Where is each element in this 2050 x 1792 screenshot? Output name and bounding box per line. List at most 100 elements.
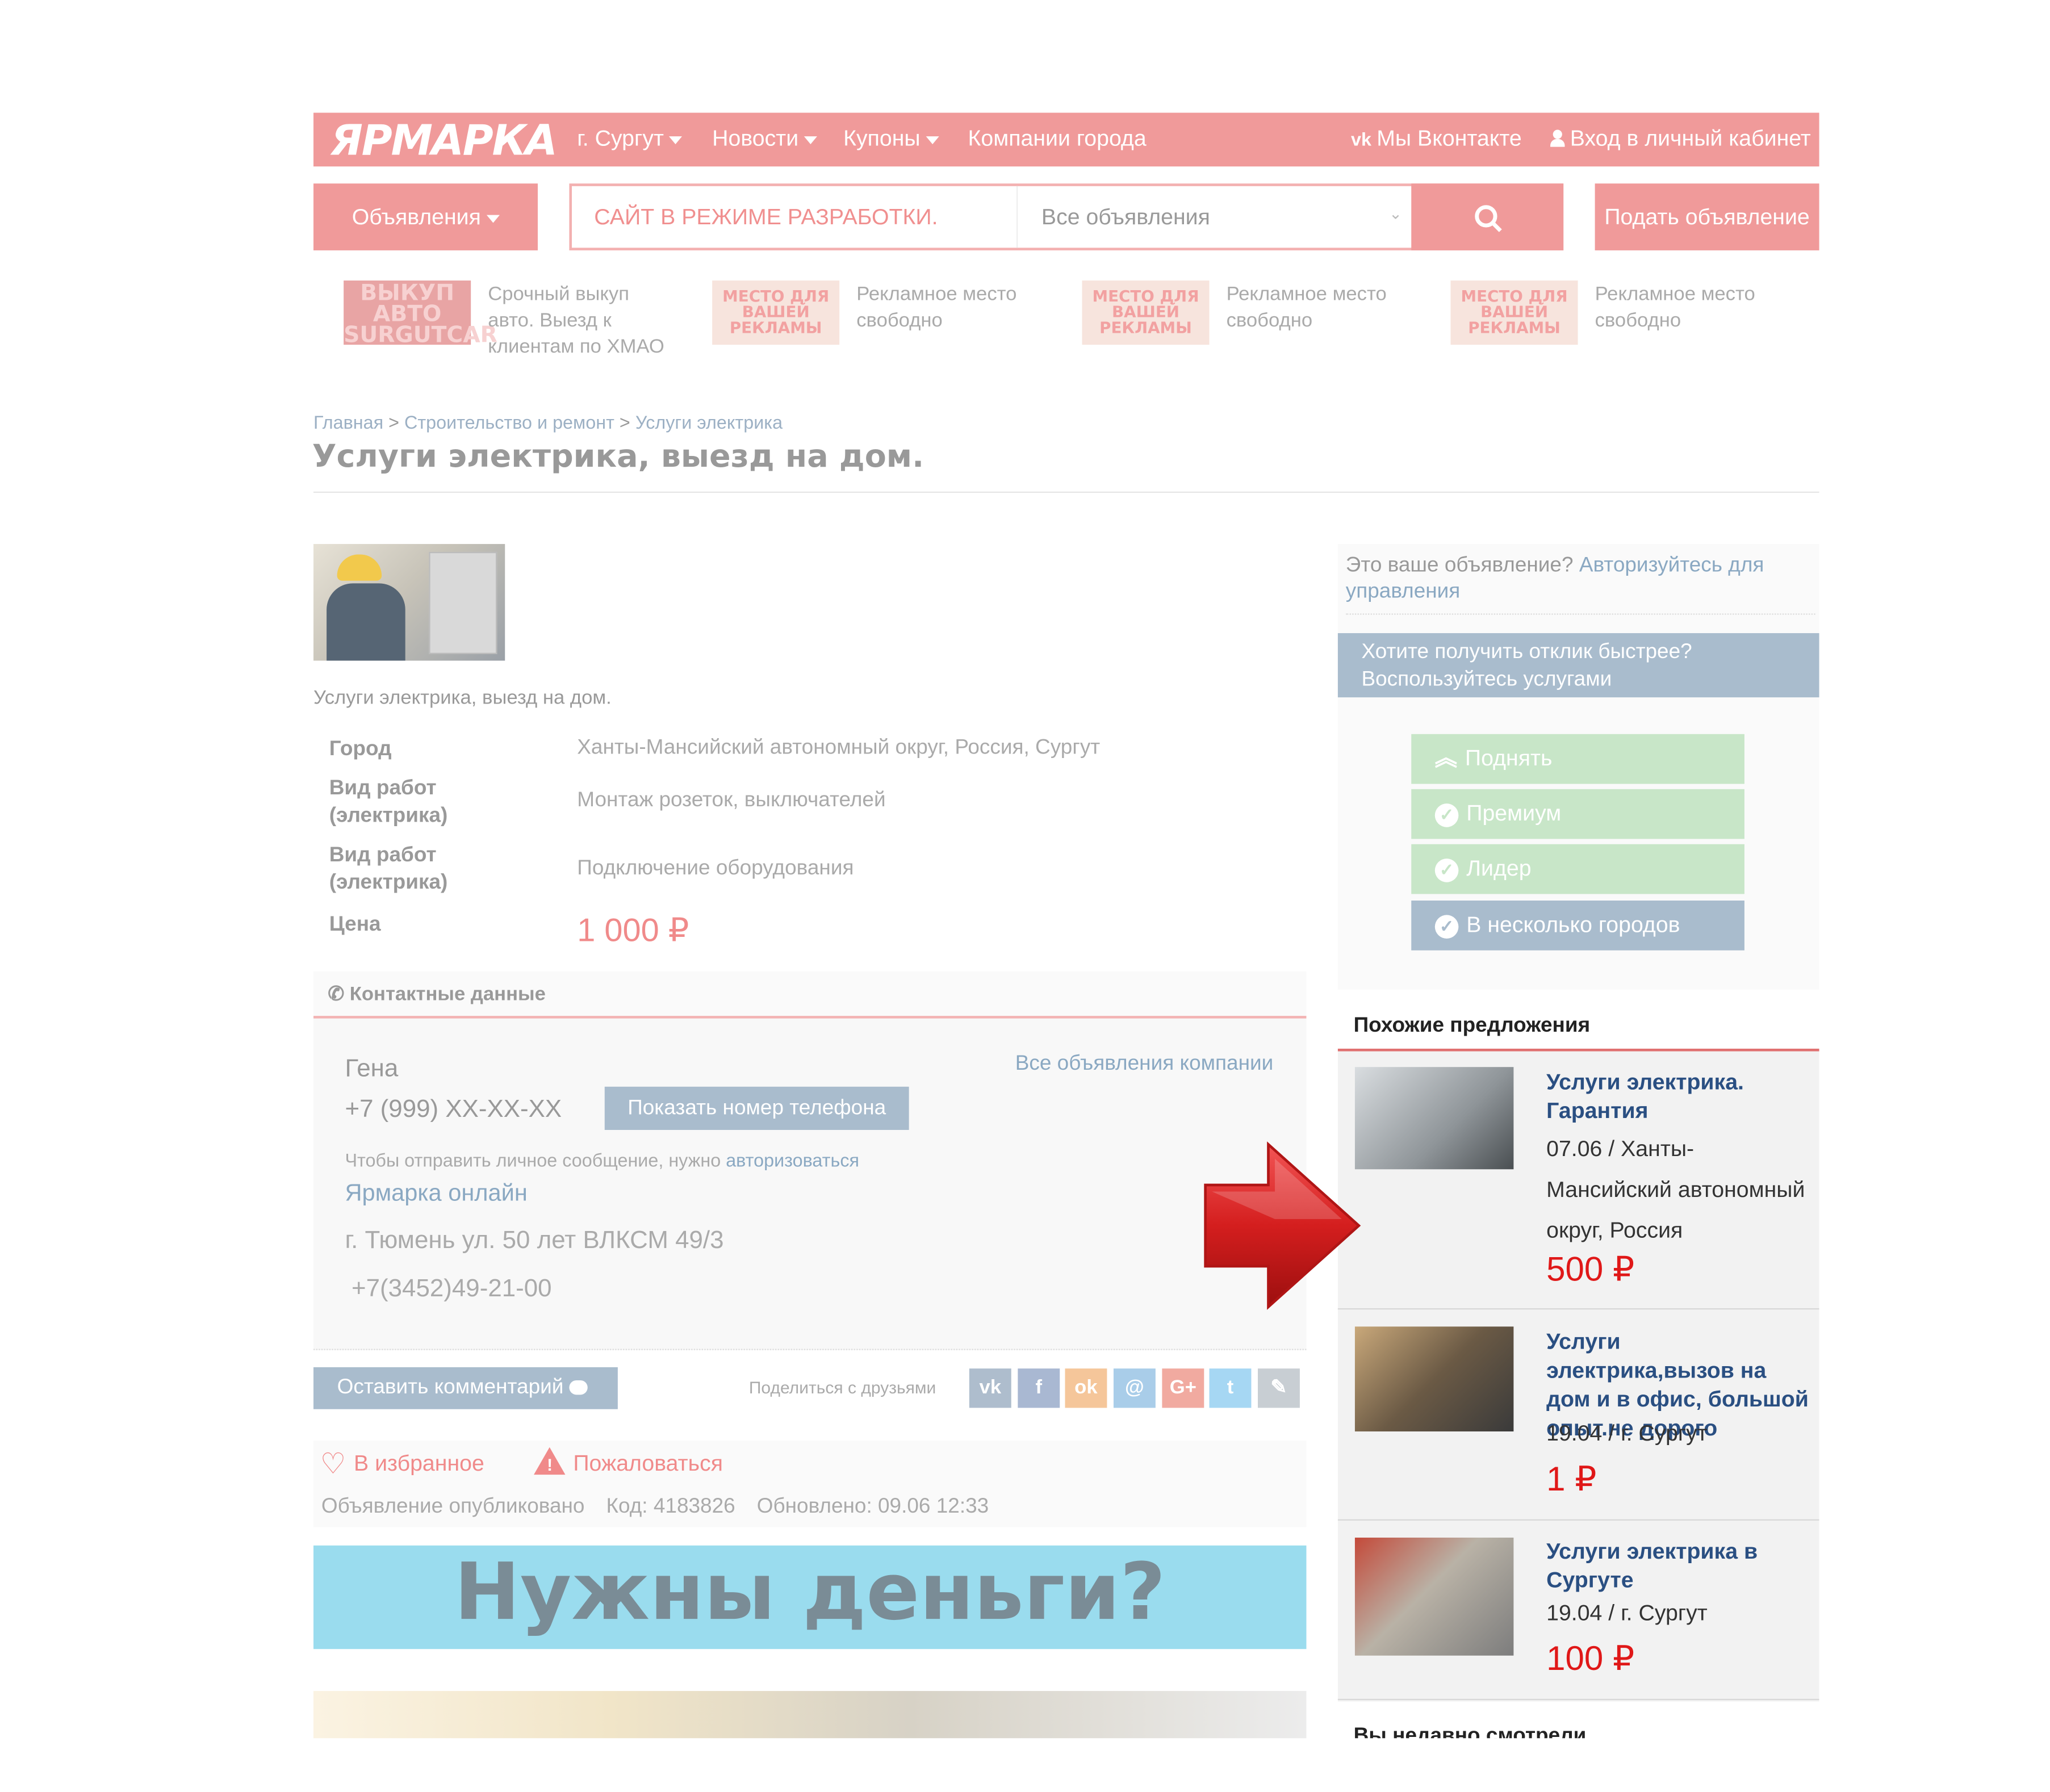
field-label: Вид работ (электрика) (329, 844, 448, 894)
similar-thumbnail[interactable] (1354, 1537, 1514, 1656)
city-label: г. Сургут (577, 125, 664, 151)
breadcrumb-subcategory[interactable]: Услуги электрика (635, 412, 783, 433)
ad-image-buyout[interactable]: ВЫКУП АВТО SURGUTCAR (344, 280, 497, 347)
city-dropdown[interactable]: г. Сургут (577, 125, 683, 152)
similar-item-title[interactable]: Услуги электрика в Сургуте (1546, 1538, 1769, 1596)
multi-city-label: В несколько городов (1466, 912, 1680, 937)
panel-shape (429, 551, 497, 654)
facebook-glyph: f (1035, 1376, 1043, 1399)
companies-link[interactable]: Компании города (968, 126, 1147, 152)
search-divider (1016, 186, 1018, 248)
show-phone-button[interactable]: Показать номер телефона (604, 1086, 909, 1131)
company-address: г. Тюмень ул. 50 лет ВЛКСМ 49/3 (345, 1226, 724, 1255)
twitter-share-icon[interactable]: t (1209, 1368, 1252, 1408)
similar-thumbnail[interactable] (1354, 1326, 1514, 1431)
ad-text[interactable]: Рекламное место свободно (1227, 282, 1410, 334)
list-divider (1337, 1519, 1819, 1521)
heart-icon: ♡ (320, 1447, 346, 1480)
comment-icon (569, 1380, 588, 1395)
login-label: Вход в личный кабинет (1570, 125, 1811, 151)
owner-note: Это ваше объявление? Авторизуйтесь для у… (1346, 553, 1792, 605)
message-note: Чтобы отправить личное сообщение, нужно … (345, 1150, 859, 1171)
favorite-link[interactable]: ♡ В избранное (320, 1447, 484, 1481)
contact-phone: +7 (999) XX-XX-XX (345, 1095, 562, 1124)
ads-category-button[interactable]: Объявления (313, 183, 538, 250)
ad-placeholder-image[interactable]: МЕСТО ДЛЯ ВАШЕЙ РЕКЛАМЫ (1450, 280, 1578, 345)
ad-text[interactable]: Рекламное место свободно (856, 282, 1040, 334)
share-label: Поделиться с друзьями (748, 1378, 936, 1397)
premium-button[interactable]: ✓ Премиум (1411, 789, 1744, 839)
ad-text[interactable]: Рекламное место свободно (1595, 282, 1779, 334)
moimir-share-icon[interactable]: @ (1113, 1368, 1156, 1408)
report-link[interactable]: ! Пожаловаться (534, 1447, 723, 1477)
message-note-text: Чтобы отправить личное сообщение, нужно (345, 1149, 721, 1171)
title-divider (313, 491, 1819, 493)
raise-label: Поднять (1465, 746, 1553, 771)
company-name-link[interactable]: Ярмарка онлайн (345, 1180, 527, 1207)
search-button[interactable] (1411, 183, 1564, 250)
leader-label: Лидер (1466, 856, 1532, 881)
coupons-dropdown[interactable]: Купоны (843, 126, 939, 152)
field-label: Цена (329, 914, 381, 936)
page: ЯРМАРКА г. Сургут Новости Купоны Компани… (0, 0, 2050, 1792)
livejournal-share-icon[interactable]: ✎ (1258, 1368, 1300, 1408)
similar-item-meta: 19.04 / г. Сургут (1546, 1600, 1708, 1626)
chevron-down-icon (486, 214, 500, 223)
listing-photo[interactable] (313, 544, 505, 661)
similar-item-title[interactable]: Услуги электрика. Гарантия (1546, 1069, 1769, 1127)
banner-text: Нужны деньги? (454, 1547, 1166, 1639)
check-circle-icon: ✓ (1434, 858, 1459, 882)
listing-photo-large[interactable] (313, 1691, 1307, 1739)
googleplus-share-icon[interactable]: G+ (1162, 1368, 1204, 1408)
breadcrumb-home[interactable]: Главная (313, 412, 383, 433)
coupons-label: Купоны (843, 125, 921, 151)
chevron-down-icon (804, 135, 817, 144)
multi-city-button[interactable]: ✓ В несколько городов (1411, 901, 1744, 951)
raise-button[interactable]: ︽ Поднять (1411, 734, 1744, 784)
leave-comment-button[interactable]: Оставить комментарий (313, 1367, 618, 1409)
similar-thumbnail[interactable] (1354, 1067, 1514, 1170)
chevron-down-icon: ⌄ (1388, 204, 1403, 223)
breadcrumb-category[interactable]: Строительство и ремонт (404, 412, 614, 433)
listing-price: 1 000 ₽ (577, 912, 689, 949)
ad-placeholder-image[interactable]: МЕСТО ДЛЯ ВАШЕЙ РЕКЛАМЫ (1082, 280, 1210, 345)
category-select[interactable]: Все объявления (1041, 204, 1210, 231)
livejournal-glyph: ✎ (1270, 1376, 1287, 1399)
premium-label: Премиум (1466, 801, 1562, 826)
submit-ad-button[interactable]: Подать объявление (1595, 183, 1819, 250)
authorize-link[interactable]: авторизоваться (726, 1150, 859, 1171)
twitter-glyph: t (1227, 1376, 1234, 1399)
chevron-down-icon (925, 135, 939, 144)
odnoklassniki-share-icon[interactable]: ok (1065, 1368, 1107, 1408)
vk-label: Мы Вконтакте (1377, 125, 1522, 151)
vk-glyph: vk (979, 1376, 1002, 1399)
vk-share-icon[interactable]: vk (969, 1368, 1011, 1408)
field-value: Ханты-Мансийский автономный округ, Росси… (577, 736, 1101, 759)
arrow-right-icon (1204, 1141, 1361, 1310)
facebook-share-icon[interactable]: f (1018, 1368, 1060, 1408)
search-input[interactable]: САЙТ В РЕЖИМЕ РАЗРАБОТКИ. (594, 204, 938, 231)
contact-name: Гена (345, 1055, 399, 1083)
ad-text[interactable]: Срочный выкуп авто. Выезд к клиентам по … (488, 282, 665, 361)
contacts-title: ✆ Контактные данные (328, 982, 545, 1005)
report-label: Пожаловаться (573, 1451, 723, 1476)
moimir-glyph: @ (1124, 1376, 1144, 1399)
leader-button[interactable]: ✓ Лидер (1411, 844, 1744, 894)
ad-placeholder-image[interactable]: МЕСТО ДЛЯ ВАШЕЙ РЕКЛАМЫ (712, 280, 840, 345)
field-label: Вид работ (электрика) (329, 777, 448, 827)
odnoklassniki-glyph: ok (1074, 1376, 1098, 1399)
field-label: Город (329, 738, 392, 760)
favorite-label: В избранное (354, 1451, 484, 1476)
all-company-ads-link[interactable]: Все объявления компании (1015, 1053, 1274, 1077)
news-label: Новости (712, 125, 799, 151)
googleplus-glyph: G+ (1169, 1376, 1196, 1399)
published-text: Объявление опубликовано (321, 1496, 585, 1518)
loan-banner[interactable]: Нужны деньги? (313, 1545, 1307, 1649)
vk-link[interactable]: vk Мы Вконтакте (1351, 126, 1522, 152)
promo-title: Хотите получить отклик быстрее? Воспольз… (1361, 640, 1692, 691)
login-link[interactable]: Вход в личный кабинет (1550, 126, 1811, 152)
site-logo[interactable]: ЯРМАРКА (330, 115, 558, 165)
similar-title: Похожие предложения (1353, 1014, 1591, 1037)
news-dropdown[interactable]: Новости (712, 126, 817, 152)
ad-meta: Объявление опубликовано Код: 4183826 Обн… (321, 1496, 989, 1519)
